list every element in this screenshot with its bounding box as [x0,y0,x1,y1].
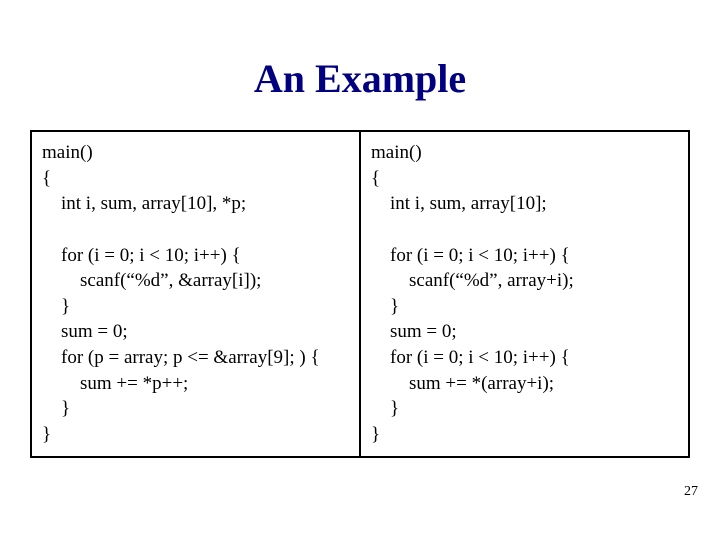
code-block-right: main() { int i, sum, array[10]; for (i =… [371,140,678,448]
code-line: for (i = 0; i < 10; i++) { [371,245,570,266]
code-line: for (i = 0; i < 10; i++) { [371,347,570,368]
code-line: sum = 0; [42,321,128,342]
code-line: } [371,296,399,317]
slide: An Example main() { int i, sum, array[10… [0,0,720,540]
code-line: sum += *(array+i); [371,373,554,394]
code-line: { [371,168,380,189]
code-line: scanf(“%d”, &array[i]); [42,270,261,291]
code-line: int i, sum, array[10]; [371,193,547,214]
code-line: for (p = array; p <= &array[9]; ) { [42,347,320,368]
code-line: for (i = 0; i < 10; i++) { [42,245,241,266]
code-line: main() [371,142,422,163]
code-line: } [42,398,70,419]
code-block-left: main() { int i, sum, array[10], *p; for … [42,140,349,448]
code-line: sum = 0; [371,321,457,342]
page-number: 27 [684,484,698,500]
right-column: main() { int i, sum, array[10]; for (i =… [361,132,688,456]
code-line: int i, sum, array[10], *p; [42,193,246,214]
code-line: scanf(“%d”, array+i); [371,270,574,291]
code-line: } [42,296,70,317]
code-line: } [42,424,51,445]
code-line: { [42,168,51,189]
code-columns: main() { int i, sum, array[10], *p; for … [30,130,690,458]
code-line: main() [42,142,93,163]
code-line: } [371,424,380,445]
code-line: } [371,398,399,419]
code-line: sum += *p++; [42,373,188,394]
left-column: main() { int i, sum, array[10], *p; for … [32,132,361,456]
slide-title: An Example [30,55,690,102]
